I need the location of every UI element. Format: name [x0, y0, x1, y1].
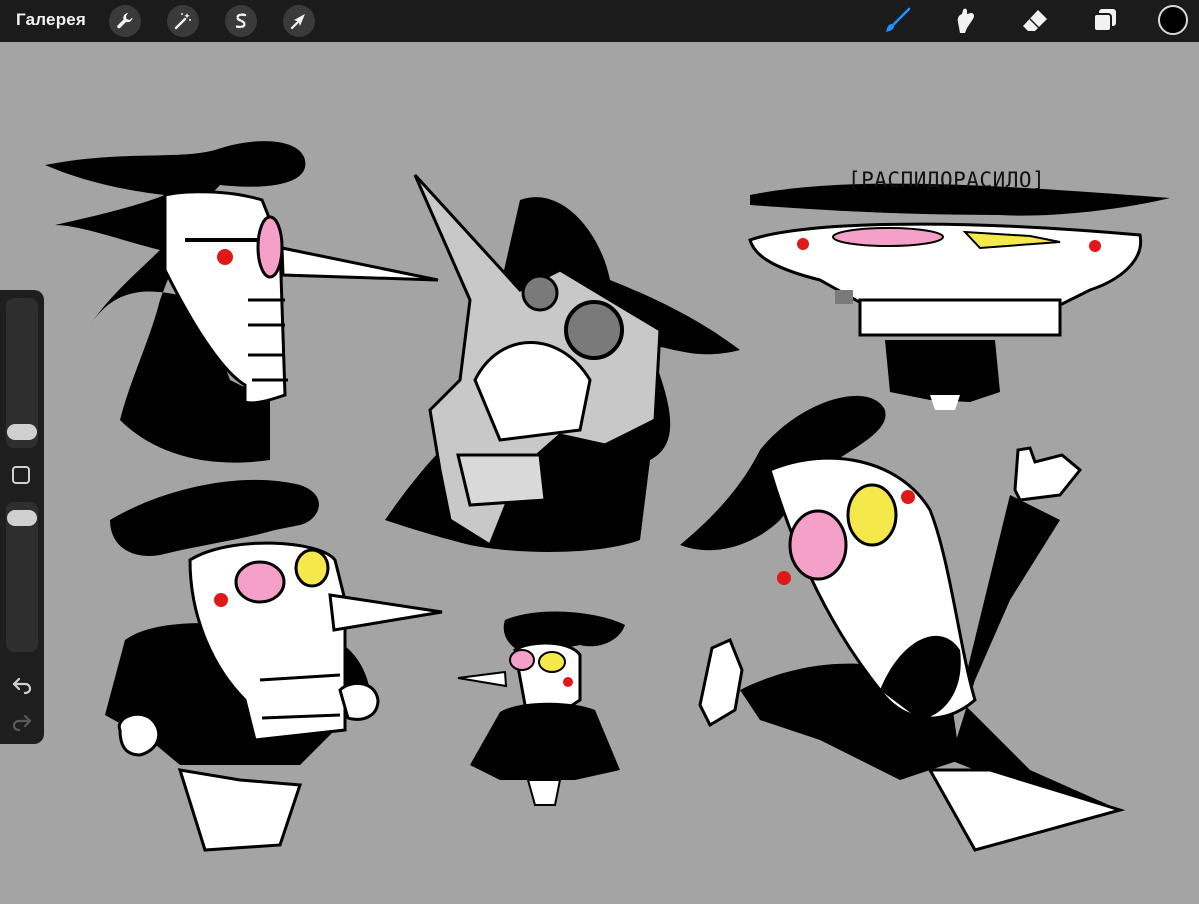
redo-arrow-icon[interactable] — [10, 710, 34, 734]
figure-body-left — [105, 479, 443, 852]
transform-button[interactable] — [283, 5, 315, 37]
undo-arrow-icon[interactable] — [10, 673, 34, 697]
selection-s-icon — [235, 13, 247, 29]
arrow-cursor-icon — [290, 14, 305, 30]
smudge-tool-button[interactable] — [948, 4, 982, 38]
opacity-knob[interactable] — [7, 510, 37, 526]
brush-icon — [886, 7, 911, 32]
adjustments-button[interactable] — [167, 5, 199, 37]
brush-size-knob[interactable] — [7, 424, 37, 440]
drawing-caption: [РАСПИДОРАСИЛО] — [848, 168, 1046, 192]
figure-head-gray — [385, 173, 740, 552]
gallery-button[interactable]: Галерея — [16, 10, 86, 30]
smudge-finger-icon — [957, 8, 975, 33]
eraser-tool-button[interactable] — [1018, 4, 1052, 38]
color-picker-button[interactable] — [1158, 5, 1188, 35]
top-toolbar: Галерея — [0, 0, 1199, 42]
eraser-icon — [1023, 10, 1047, 31]
figure-dancing — [680, 395, 1126, 852]
layers-icon — [1093, 9, 1116, 32]
magic-wand-icon — [174, 13, 191, 30]
selection-button[interactable] — [225, 5, 257, 37]
left-sidebar — [0, 290, 44, 744]
figure-small — [457, 611, 625, 806]
figure-head-profile — [45, 141, 439, 463]
brush-tool-button[interactable] — [880, 4, 914, 38]
drawing-canvas[interactable]: [РАСПИДОРАСИЛО] — [0, 42, 1199, 899]
layers-button[interactable] — [1088, 4, 1122, 38]
actions-button[interactable] — [109, 5, 141, 37]
figure-wide-head — [748, 183, 1170, 410]
wrench-icon — [117, 13, 133, 29]
modify-button[interactable] — [12, 466, 30, 484]
